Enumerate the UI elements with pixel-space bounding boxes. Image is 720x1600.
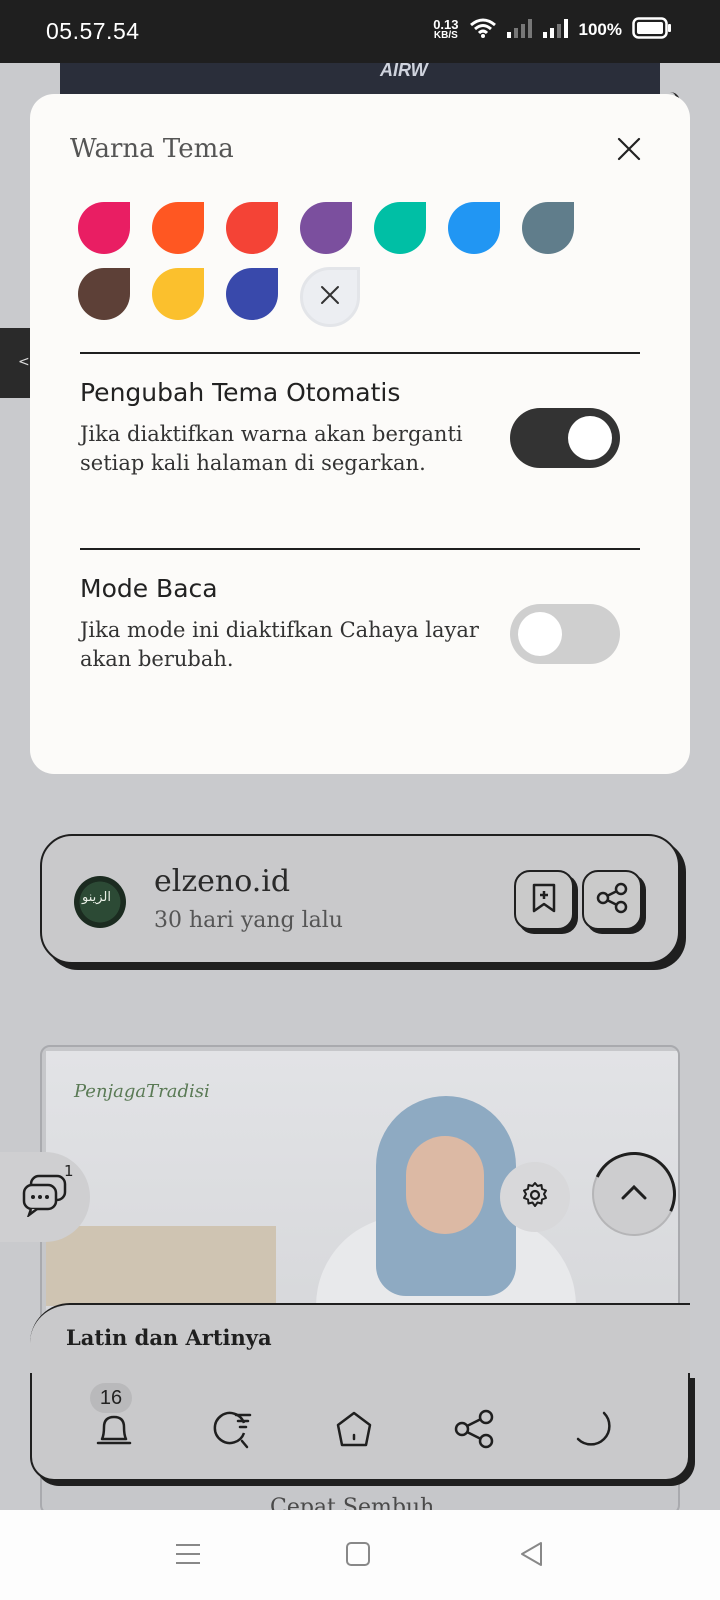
color-swatch-brown[interactable]: [78, 268, 130, 320]
status-icons: 0.13 KB/S 100%: [433, 17, 672, 43]
color-swatch-blue[interactable]: [448, 202, 500, 254]
share-icon: [595, 882, 629, 918]
dialog-title: Warna Tema: [70, 134, 234, 164]
bookmark-icon: [529, 882, 559, 918]
toggle-knob: [518, 612, 562, 656]
close-icon: [617, 137, 641, 165]
battery-icon: [632, 17, 672, 43]
network-speed: 0.13 KB/S: [433, 17, 459, 41]
reading-mode-toggle[interactable]: [510, 604, 620, 664]
share-button[interactable]: [582, 870, 642, 930]
nav-home[interactable]: [326, 1403, 382, 1459]
status-bar: 05.57.54 0.13 KB/S 100%: [0, 0, 720, 63]
signal-icon-sim1: [506, 18, 533, 42]
article-image-bed: [46, 1226, 276, 1306]
color-swatch-indigo[interactable]: [226, 268, 278, 320]
bookmark-button[interactable]: [514, 870, 574, 930]
reading-mode-description: Jika mode ini diaktifkan Cahaya layar ak…: [80, 618, 479, 671]
toggle-knob: [568, 416, 612, 460]
related-post-strip[interactable]: Latin dan Artinya: [30, 1303, 690, 1373]
color-swatch-red[interactable]: [226, 202, 278, 254]
home-icon: [330, 1405, 378, 1457]
search-icon: [210, 1405, 258, 1457]
network-speed-value: 0.13: [433, 17, 459, 32]
notification-count-badge: 16: [90, 1383, 132, 1413]
nav-search[interactable]: [206, 1403, 262, 1459]
system-navigation-bar: [0, 1510, 720, 1600]
signal-icon-sim2: [542, 18, 569, 42]
battery-percent: 100%: [578, 20, 622, 39]
close-icon: [320, 285, 340, 309]
divider: [80, 548, 640, 550]
article-image: PenjagaTradisi: [46, 1051, 678, 1356]
close-button[interactable]: [614, 136, 644, 166]
square-icon: [345, 1541, 371, 1571]
auto-theme-title: Pengubah Tema Otomatis: [80, 378, 401, 407]
home-button[interactable]: [340, 1538, 376, 1574]
back-triangle-icon: [519, 1541, 545, 1571]
chat-icon: [21, 1173, 69, 1221]
divider: [80, 352, 640, 354]
nav-share[interactable]: [446, 1403, 502, 1459]
chat-button[interactable]: [0, 1152, 90, 1242]
gear-icon: [521, 1181, 549, 1213]
color-reset-swatch[interactable]: [300, 267, 360, 327]
wifi-icon: [469, 17, 497, 43]
theme-settings-dialog: Warna Tema Pengubah Tema Otomatis Jika d…: [30, 94, 690, 774]
color-swatch-pink[interactable]: [78, 202, 130, 254]
recent-apps-button[interactable]: [170, 1538, 206, 1574]
network-speed-unit: KB/S: [433, 30, 458, 41]
chat-unread-badge: 1: [64, 1162, 74, 1180]
settings-button[interactable]: [500, 1162, 570, 1232]
nav-dark-mode[interactable]: [566, 1403, 622, 1459]
moon-icon: [570, 1405, 618, 1457]
side-drawer-tab[interactable]: <: [0, 328, 30, 398]
author-name[interactable]: elzeno.id: [154, 864, 290, 899]
color-swatch-teal[interactable]: [374, 202, 426, 254]
color-swatch-blue-grey[interactable]: [522, 202, 574, 254]
article-image-person-face: [406, 1136, 484, 1234]
post-time: 30 hari yang lalu: [154, 908, 343, 933]
article-image-logo: PenjagaTradisi: [74, 1081, 210, 1102]
author-card: elzeno.id 30 hari yang lalu: [40, 834, 680, 964]
back-button[interactable]: [514, 1538, 550, 1574]
author-avatar: [74, 876, 126, 928]
share-icon: [450, 1405, 498, 1457]
status-time: 05.57.54: [46, 18, 140, 44]
color-swatch-purple[interactable]: [300, 202, 352, 254]
auto-theme-toggle[interactable]: [510, 408, 620, 468]
color-swatch-yellow[interactable]: [152, 268, 204, 320]
menu-icon: [175, 1542, 201, 1570]
hero-image-text: AIRW: [380, 60, 428, 80]
related-post-title: Latin dan Artinya: [66, 1325, 272, 1350]
color-swatch-orange[interactable]: [152, 202, 204, 254]
auto-theme-description: Jika diaktifkan warna akan berganti seti…: [80, 422, 463, 475]
reading-mode-title: Mode Baca: [80, 574, 218, 603]
bottom-navigation: 16: [30, 1373, 690, 1481]
